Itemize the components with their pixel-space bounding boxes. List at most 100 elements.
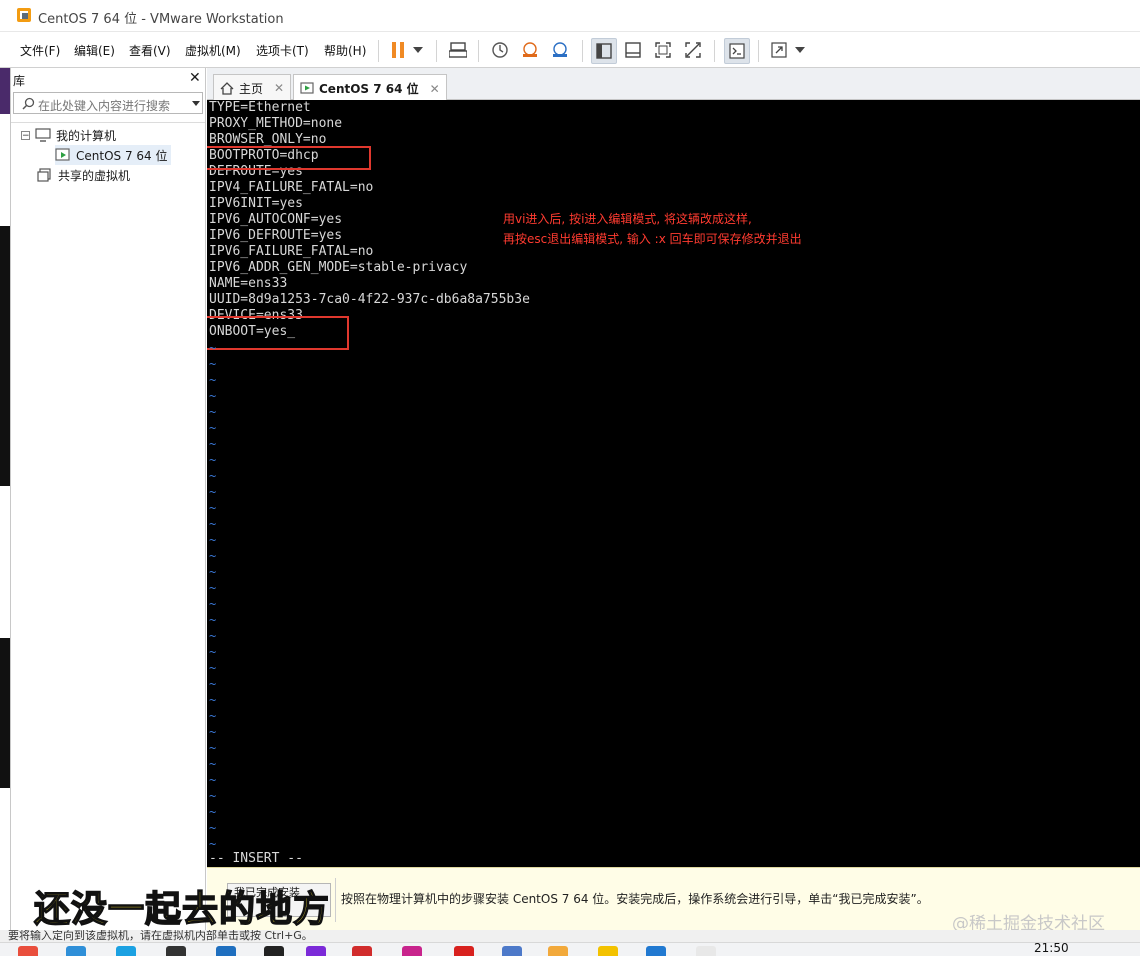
vim-empty-line-tilde: ~ xyxy=(209,645,217,659)
vm-icon xyxy=(300,82,314,94)
library-search-input[interactable]: 在此处键入内容进行搜索 xyxy=(13,92,203,114)
vim-empty-line-tilde: ~ xyxy=(209,821,217,835)
vim-empty-line-tilde: ~ xyxy=(209,837,217,851)
vim-empty-line-tilde: ~ xyxy=(209,581,217,595)
snapshot-icon[interactable] xyxy=(488,38,512,62)
close-icon[interactable]: ✕ xyxy=(189,70,201,86)
shared-vm-icon xyxy=(37,168,51,182)
vim-empty-line-tilde: ~ xyxy=(209,533,217,547)
chrome-icon[interactable] xyxy=(18,946,38,956)
menu-bar: 文件(F) 编辑(E) 查看(V) 虚拟机(M) 选项卡(T) 帮助(H) xyxy=(0,32,1140,68)
vm-console-screen[interactable]: TYPE=Ethernet PROXY_METHOD=none BROWSER_… xyxy=(207,100,1140,867)
show-library-icon[interactable] xyxy=(591,38,617,64)
pause-icon[interactable] xyxy=(386,38,410,62)
tree-label: CentOS 7 64 位 xyxy=(76,148,168,163)
media-icon[interactable] xyxy=(402,946,422,956)
menu-tabs[interactable]: 选项卡(T) xyxy=(256,42,309,59)
typora-icon[interactable] xyxy=(166,946,186,956)
vim-empty-line-tilde: ~ xyxy=(209,485,217,499)
power-dropdown-icon[interactable] xyxy=(410,38,426,62)
home-icon xyxy=(220,81,234,95)
chat-icon[interactable] xyxy=(502,946,522,956)
vim-empty-line-tilde: ~ xyxy=(209,757,217,771)
tree-label: 我的计算机 xyxy=(56,128,117,143)
vmware-icon[interactable] xyxy=(646,946,666,956)
edge-icon[interactable] xyxy=(66,946,86,956)
tree-label: 共享的虚拟机 xyxy=(58,168,131,183)
full-screen-icon[interactable] xyxy=(651,38,675,62)
config-line: IPV6INIT=yes xyxy=(209,196,303,211)
menu-vm[interactable]: 虚拟机(M) xyxy=(185,42,241,59)
taskbar-clock: 21:50 xyxy=(1034,942,1069,955)
menu-edit[interactable]: 编辑(E) xyxy=(74,42,115,59)
tree-item-shared-vms[interactable]: 共享的虚拟机 xyxy=(37,165,130,185)
vim-empty-line-tilde: ~ xyxy=(209,517,217,531)
tab-label: 主页 xyxy=(239,81,264,96)
vim-empty-line-tilde: ~ xyxy=(209,437,217,451)
chevron-down-icon[interactable] xyxy=(192,101,200,106)
menu-help[interactable]: 帮助(H) xyxy=(324,42,366,59)
vim-empty-line-tilde: ~ xyxy=(209,677,217,691)
xmind-icon[interactable] xyxy=(352,946,372,956)
vim-empty-line-tilde: ~ xyxy=(209,389,217,403)
console-view-icon[interactable] xyxy=(724,38,750,64)
toolbar-separator xyxy=(436,40,437,62)
snapshot-manager-icon[interactable] xyxy=(548,38,572,62)
terminal-icon[interactable] xyxy=(264,946,284,956)
search-placeholder: 在此处键入内容进行搜索 xyxy=(38,99,171,113)
taskbar: 21:50 xyxy=(0,942,1140,956)
tab-home[interactable]: 主页 ✕ xyxy=(213,74,292,101)
notes-icon[interactable] xyxy=(548,946,568,956)
vim-empty-line-tilde: ~ xyxy=(209,357,217,371)
stretch-guest-icon[interactable] xyxy=(767,38,791,62)
tab-centos-vm[interactable]: CentOS 7 64 位 ✕ xyxy=(293,74,447,102)
highlight-box-onboot xyxy=(207,316,349,350)
menu-file[interactable]: 文件(F) xyxy=(20,42,60,59)
vim-empty-line-tilde: ~ xyxy=(209,597,217,611)
config-line: IPV6_ADDR_GEN_MODE=stable-privacy xyxy=(209,260,468,275)
vim-empty-line-tilde: ~ xyxy=(209,405,217,419)
toolbar-separator xyxy=(378,40,379,62)
vim-empty-line-tilde: ~ xyxy=(209,709,217,723)
send-ctrl-alt-del-icon[interactable] xyxy=(446,38,470,62)
revert-snapshot-icon[interactable] xyxy=(518,38,542,62)
close-tab-icon[interactable]: ✕ xyxy=(274,81,284,95)
app-icon[interactable] xyxy=(696,946,716,956)
install-hint-text: 按照在物理计算机中的步骤安装 CentOS 7 64 位。安装完成后，操作系统会… xyxy=(341,892,929,906)
vscode-icon[interactable] xyxy=(306,946,326,956)
xshell-icon[interactable] xyxy=(454,946,474,956)
vim-mode-indicator: -- INSERT -- xyxy=(209,851,303,866)
config-line: NAME=ens33 xyxy=(209,276,288,291)
vim-empty-line-tilde: ~ xyxy=(209,661,217,675)
vim-empty-line-tilde: ~ xyxy=(209,629,217,643)
vim-empty-line-tilde: ~ xyxy=(209,613,217,627)
vim-empty-line-tilde: ~ xyxy=(209,725,217,739)
window-title: CentOS 7 64 位 - VMware Workstation xyxy=(38,12,284,27)
vm-workspace: 主页 ✕ CentOS 7 64 位 ✕ TYPE=Ethernet PROXY… xyxy=(207,68,1140,930)
library-panel: 库 ✕ 在此处键入内容进行搜索 − 我的计算机 CentOS 7 64 位 共享… xyxy=(10,68,206,930)
tree-item-centos-vm[interactable]: CentOS 7 64 位 xyxy=(55,145,172,165)
vim-empty-line-tilde: ~ xyxy=(209,453,217,467)
config-line: PROXY_METHOD=none xyxy=(209,116,343,131)
search-icon xyxy=(22,97,35,110)
video-subtitle: 还没一起去的地方 xyxy=(33,888,331,931)
toolbar-separator xyxy=(714,40,715,62)
unity-mode-icon[interactable] xyxy=(681,38,705,62)
app-icon[interactable] xyxy=(116,946,136,956)
close-tab-icon[interactable]: ✕ xyxy=(430,82,440,96)
status-bar: 要将输入定向到该虚拟机，请在虚拟机内部单击或按 Ctrl+G。 xyxy=(0,930,1140,942)
collapse-icon[interactable]: − xyxy=(21,130,30,140)
thumbnail-bar-icon[interactable] xyxy=(621,38,645,62)
calculator-icon[interactable] xyxy=(216,946,236,956)
stretch-dropdown-icon[interactable] xyxy=(792,38,808,62)
folder-icon[interactable] xyxy=(598,946,618,956)
background-desktop-strip xyxy=(0,68,10,930)
config-line: IPV6_AUTOCONF=yes xyxy=(209,212,343,227)
tree-item-my-computer[interactable]: − 我的计算机 xyxy=(21,125,116,145)
toolbar-separator xyxy=(582,40,583,62)
vim-empty-line-tilde: ~ xyxy=(209,373,217,387)
menu-view[interactable]: 查看(V) xyxy=(129,42,171,59)
computer-icon xyxy=(35,128,51,142)
vim-empty-line-tilde: ~ xyxy=(209,565,217,579)
vim-empty-line-tilde: ~ xyxy=(209,741,217,755)
